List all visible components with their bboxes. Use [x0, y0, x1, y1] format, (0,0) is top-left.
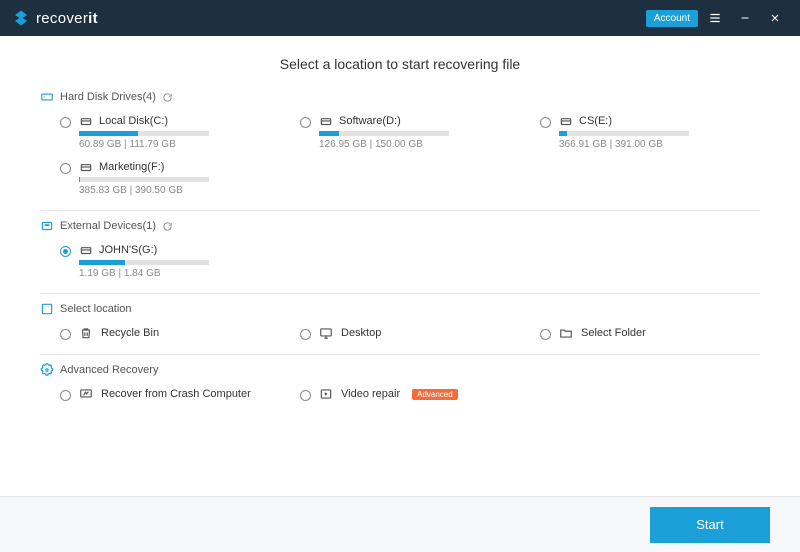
- location-item[interactable]: Video repair Advanced: [300, 387, 520, 401]
- location-item[interactable]: Desktop: [300, 326, 520, 340]
- hdd-grid: Local Disk(C:) 60.89 GB | 111.79 GB Soft…: [40, 114, 760, 196]
- drive-size: 366.91 GB | 391.00 GB: [559, 139, 689, 150]
- radio-button[interactable]: [540, 329, 551, 340]
- location-item[interactable]: Recycle Bin: [60, 326, 280, 340]
- adv-grid: Recover from Crash Computer Video repair…: [40, 387, 760, 401]
- footer: Start: [0, 496, 800, 552]
- drive-item[interactable]: Marketing(F:) 385.83 GB | 390.50 GB: [60, 160, 280, 196]
- desktop-icon: [319, 326, 333, 340]
- location-label: Recover from Crash Computer: [101, 388, 251, 400]
- drive-size: 60.89 GB | 111.79 GB: [79, 139, 209, 150]
- ext-grid: JOHN'S(G:) 1.19 GB | 1.84 GB: [40, 243, 760, 279]
- drive-label: Local Disk(C:): [99, 115, 168, 127]
- brand-text: recoverit: [36, 10, 98, 27]
- close-button[interactable]: [762, 5, 788, 31]
- disk-icon: [559, 114, 573, 128]
- radio-button[interactable]: [60, 163, 71, 174]
- drive-label: Software(D:): [339, 115, 401, 127]
- disk-icon: [79, 114, 93, 128]
- location-icon: [40, 302, 54, 316]
- location-label: Desktop: [341, 327, 381, 339]
- location-label: Select Folder: [581, 327, 646, 339]
- drive-item[interactable]: Local Disk(C:) 60.89 GB | 111.79 GB: [60, 114, 280, 150]
- usage-bar: [559, 131, 689, 136]
- usage-bar: [319, 131, 449, 136]
- location-item[interactable]: Select Folder: [540, 326, 760, 340]
- radio-button[interactable]: [300, 117, 311, 128]
- crash-icon: [79, 387, 93, 401]
- folder-icon: [559, 326, 573, 340]
- radio-button[interactable]: [60, 246, 71, 257]
- section-label: External Devices(1): [60, 220, 156, 232]
- drive-item[interactable]: Software(D:) 126.95 GB | 150.00 GB: [300, 114, 520, 150]
- drive-label: JOHN'S(G:): [99, 244, 157, 256]
- brand-logo: recoverit: [12, 9, 98, 27]
- drive-item[interactable]: CS(E:) 366.91 GB | 391.00 GB: [540, 114, 760, 150]
- drive-label: Marketing(F:): [99, 161, 164, 173]
- usage-bar: [79, 177, 209, 182]
- start-button[interactable]: Start: [650, 507, 770, 543]
- section-label: Advanced Recovery: [60, 364, 158, 376]
- radio-button[interactable]: [60, 329, 71, 340]
- drive-size: 385.83 GB | 390.50 GB: [79, 185, 209, 196]
- logo-icon: [12, 9, 30, 27]
- drive-size: 1.19 GB | 1.84 GB: [79, 268, 209, 279]
- radio-button[interactable]: [300, 390, 311, 401]
- location-label: Recycle Bin: [101, 327, 159, 339]
- section-header-hdd: Hard Disk Drives(4): [40, 90, 760, 104]
- radio-button[interactable]: [60, 390, 71, 401]
- advanced-icon: [40, 363, 54, 377]
- radio-button[interactable]: [60, 117, 71, 128]
- page-title: Select a location to start recovering fi…: [40, 56, 760, 72]
- drive-size: 126.95 GB | 150.00 GB: [319, 139, 449, 150]
- recycle-icon: [79, 326, 93, 340]
- badge: Advanced: [412, 389, 458, 400]
- refresh-icon[interactable]: [162, 221, 173, 232]
- minimize-button[interactable]: [732, 5, 758, 31]
- menu-icon[interactable]: [702, 5, 728, 31]
- section-label: Hard Disk Drives(4): [60, 91, 156, 103]
- refresh-icon[interactable]: [162, 92, 173, 103]
- video-icon: [319, 387, 333, 401]
- usage-bar: [79, 260, 209, 265]
- section-header-loc: Select location: [40, 302, 760, 316]
- usage-bar: [79, 131, 209, 136]
- radio-button[interactable]: [540, 117, 551, 128]
- drive-label: CS(E:): [579, 115, 612, 127]
- location-item[interactable]: Recover from Crash Computer: [60, 387, 280, 401]
- account-button[interactable]: Account: [646, 10, 698, 27]
- radio-button[interactable]: [300, 329, 311, 340]
- titlebar: recoverit Account: [0, 0, 800, 36]
- external-icon: [40, 219, 54, 233]
- loc-grid: Recycle Bin Desktop Select Folder: [40, 326, 760, 340]
- section-header-adv: Advanced Recovery: [40, 363, 760, 377]
- location-label: Video repair: [341, 388, 400, 400]
- drive-item[interactable]: JOHN'S(G:) 1.19 GB | 1.84 GB: [60, 243, 280, 279]
- disk-icon: [79, 243, 93, 257]
- disk-icon: [319, 114, 333, 128]
- section-header-ext: External Devices(1): [40, 219, 760, 233]
- disk-icon: [79, 160, 93, 174]
- section-label: Select location: [60, 303, 132, 315]
- hdd-icon: [40, 90, 54, 104]
- main-panel: Select a location to start recovering fi…: [0, 36, 800, 496]
